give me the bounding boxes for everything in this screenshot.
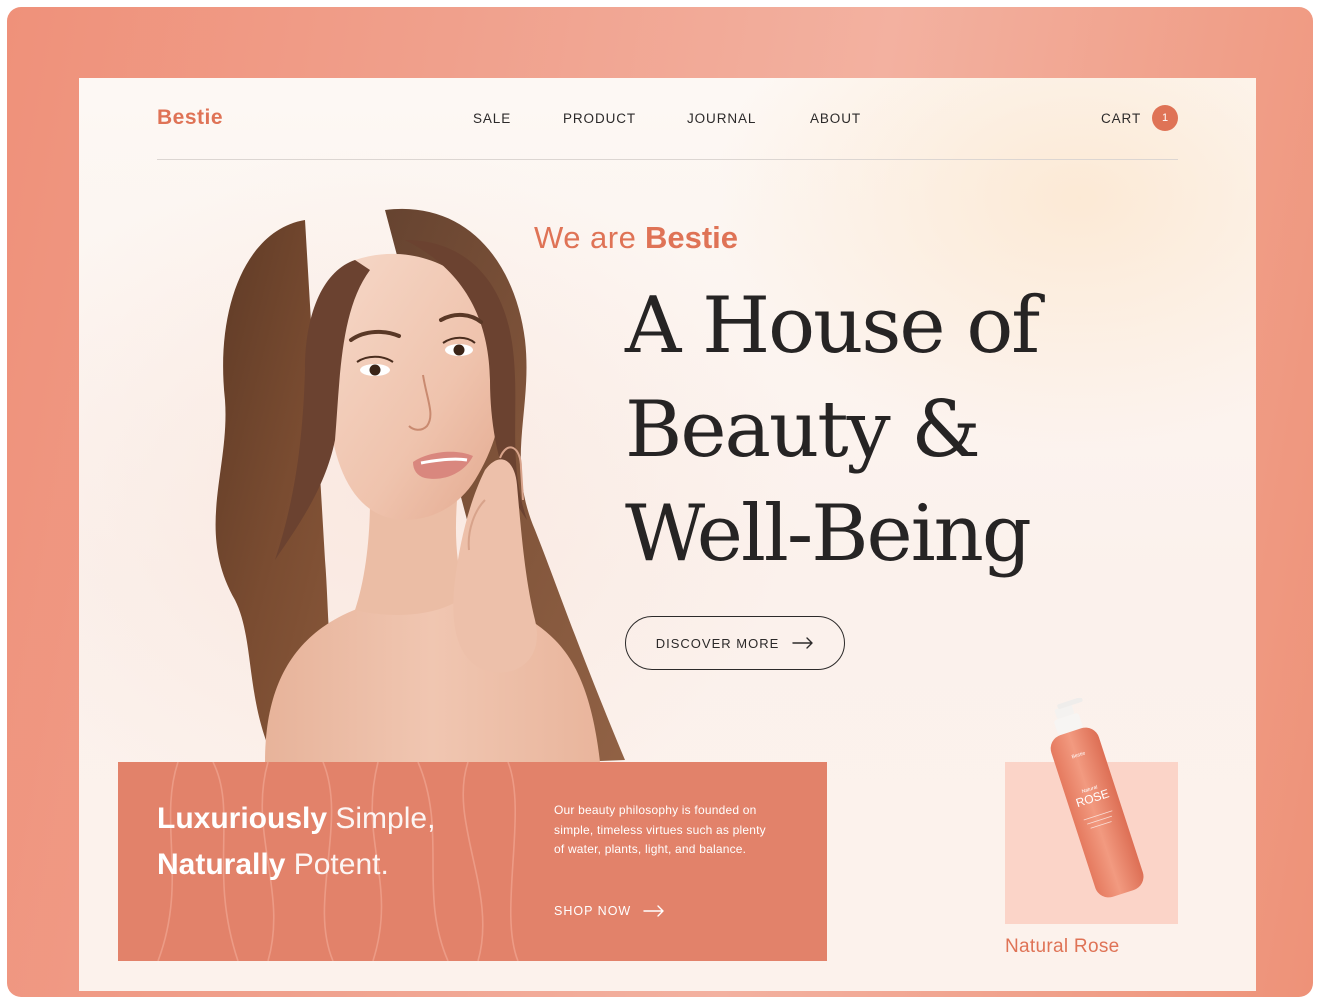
nav-item-about[interactable]: ABOUT <box>810 111 861 126</box>
discover-more-button[interactable]: DISCOVER MORE <box>625 616 845 670</box>
arrow-right-icon <box>792 637 813 649</box>
eyebrow-brand-text: Bestie <box>644 220 739 255</box>
outer-frame: Bestie SALE PRODUCT JOURNAL ABOUT CART 1 <box>7 7 1313 997</box>
cart-link[interactable]: CART <box>1101 111 1141 126</box>
brand-logo[interactable]: Bestie <box>157 106 223 130</box>
hero-eyebrow: We are Bestie <box>534 220 738 256</box>
headline-line-1: A House of <box>625 281 1040 371</box>
promo-band: Luxuriously Simple, Naturally Potent. Ou… <box>118 762 827 961</box>
headline-line-3: Well-Being <box>625 489 1032 579</box>
promo-line2-bold: Naturally <box>157 848 286 881</box>
promo-headline: Luxuriously Simple, Naturally Potent. <box>157 796 435 888</box>
promo-line1-bold: Luxuriously <box>157 802 328 835</box>
nav-item-journal[interactable]: JOURNAL <box>687 111 756 126</box>
landing-page: Bestie SALE PRODUCT JOURNAL ABOUT CART 1 <box>79 78 1256 991</box>
promo-line1-light: Simple, <box>335 802 436 835</box>
arrow-right-icon <box>643 905 664 917</box>
header-divider <box>157 159 1178 160</box>
hero-model-image <box>215 208 625 762</box>
nav-item-sale[interactable]: SALE <box>473 111 511 126</box>
promo-description: Our beauty philosophy is founded on simp… <box>554 803 766 856</box>
discover-more-label: DISCOVER MORE <box>655 635 780 651</box>
promo-line2-light: Potent. <box>293 848 389 881</box>
product-name[interactable]: Natural Rose <box>1005 936 1119 958</box>
product-bottle-image[interactable]: Bestie Natural ROSE <box>1029 698 1159 908</box>
headline-line-2: Beauty & <box>625 385 981 475</box>
shop-now-label: SHOP NOW <box>554 904 632 918</box>
shop-now-link[interactable]: SHOP NOW <box>554 904 665 918</box>
cart-count-badge[interactable]: 1 <box>1152 105 1178 131</box>
nav-item-product[interactable]: PRODUCT <box>563 111 636 126</box>
hero-headline: A House of Beauty & Well-Being <box>625 274 1040 586</box>
eyebrow-light-text: We are <box>534 220 637 255</box>
